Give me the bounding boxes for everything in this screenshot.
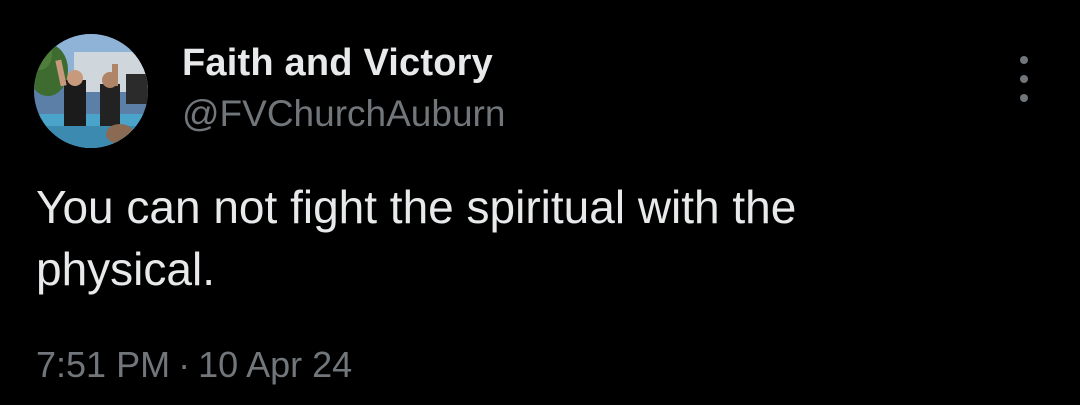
tweet-time: 7:51 PM: [36, 344, 171, 385]
tweet-text-line-1: You can not fight the spiritual with the: [36, 181, 797, 233]
tweet-text: You can not fight the spiritual with the…: [36, 176, 1046, 300]
avatar[interactable]: [34, 34, 148, 148]
display-name[interactable]: Faith and Victory: [182, 42, 493, 85]
tweet-timestamp[interactable]: 7:51 PM · 10 Apr 24: [36, 344, 352, 386]
more-vertical-icon-dot: [1020, 94, 1028, 102]
avatar-photo: [34, 34, 148, 148]
tweet-date: 10 Apr 24: [198, 344, 353, 385]
meta-separator: ·: [178, 344, 191, 385]
tweet-text-line-2: physical.: [36, 243, 215, 295]
user-handle[interactable]: @FVChurchAuburn: [182, 93, 505, 135]
more-vertical-icon: [1020, 56, 1028, 64]
more-options-button[interactable]: [1006, 56, 1042, 102]
more-vertical-icon-dot: [1020, 75, 1028, 83]
tweet: Faith and Victory @FVChurchAuburn You ca…: [0, 0, 1080, 405]
